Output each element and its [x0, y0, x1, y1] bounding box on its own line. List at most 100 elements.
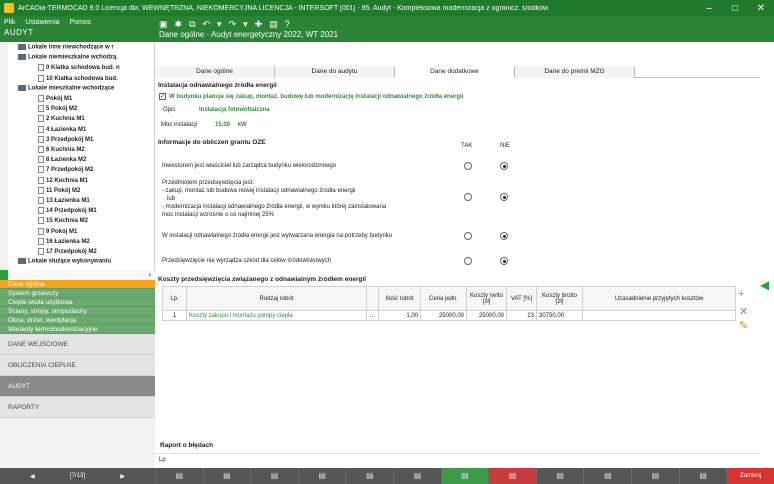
cell-uzasadnienie[interactable]: [582, 310, 736, 321]
footer-button-12[interactable]: ▤: [678, 468, 727, 484]
q2-tak-radio[interactable]: [464, 193, 472, 201]
tree-node[interactable]: 6 Kuchnia M2: [38, 146, 85, 153]
tree-node[interactable]: 3 Przedpokój M1: [38, 135, 93, 143]
tree-node[interactable]: 9 Pokój M1: [38, 227, 77, 235]
tree-node[interactable]: 5 Pokój M2: [38, 105, 77, 112]
tree-node[interactable]: 7 Przedpokój M2: [38, 166, 93, 173]
tree-node[interactable]: 15 Kuchnia M2: [38, 217, 88, 224]
nav-warianty[interactable]: Warianty termomodernizacyjne: [0, 325, 155, 334]
question-2-line3: lub: [167, 196, 176, 202]
footer-button-9[interactable]: ▤: [535, 468, 584, 484]
tab-dane-do-premii[interactable]: Dane do premii MZG: [515, 66, 635, 78]
menu-pomoc[interactable]: Pomoc: [70, 19, 92, 26]
nav-dane-ogolne[interactable]: Dane ogólne: [0, 280, 155, 289]
tree-node[interactable]: Lokale inne niewchodzące w r: [18, 44, 114, 51]
tree-node[interactable]: Pokój M1: [38, 95, 72, 102]
cell-brutto: 30750,00: [536, 310, 583, 321]
menu-plik[interactable]: Plik: [4, 19, 15, 26]
footer-button-3[interactable]: ▤: [250, 468, 298, 484]
tab-dane-do-audytu[interactable]: Dane do audytu: [275, 66, 395, 78]
q3-nie-radio[interactable]: [500, 232, 508, 240]
opis-value[interactable]: Instalacja fotowoltaiczna: [199, 107, 270, 113]
tree-node[interactable]: 10 Klatka schodowa bud.: [38, 74, 118, 82]
nav-dane-wejsciowe[interactable]: DANE WEJŚCIOWE: [0, 334, 155, 355]
tab-dane-dodatkowe[interactable]: Dane dodatkowe: [395, 66, 515, 78]
tree-node[interactable]: Lokale mieszkalne wchodzące: [18, 84, 114, 91]
tool-icon[interactable]: ✚: [255, 19, 263, 30]
tree-node[interactable]: Lokale służące wykonywaniu: [18, 258, 111, 265]
nav-okna[interactable]: Okna, drzwi, wentylacja: [0, 316, 155, 325]
copy-icon[interactable]: ⧉: [189, 19, 195, 30]
q3-tak-radio[interactable]: [464, 232, 472, 240]
q2-nie-radio[interactable]: [500, 193, 508, 201]
q1-tak-radio[interactable]: [464, 162, 472, 170]
tree-node[interactable]: 16 Łazienka M2: [38, 237, 90, 245]
footer-button-2[interactable]: ▤: [202, 468, 251, 484]
footer-button-red[interactable]: ▤: [488, 468, 536, 484]
tree-node[interactable]: 0 Klatka schodowa bud. n: [38, 64, 120, 71]
undo-icon[interactable]: ↶: [203, 19, 211, 30]
nav-sciany[interactable]: Ściany, stropy, stropodachy: [0, 307, 155, 316]
redo-icon[interactable]: ↷: [229, 19, 237, 30]
col-tak: TAK: [461, 143, 473, 149]
q1-nie-radio[interactable]: [500, 162, 508, 170]
table-row[interactable]: 1 Koszty zakupu i montażu pompy ciepła .…: [162, 310, 736, 321]
add-row-icon[interactable]: +: [738, 288, 744, 300]
cell-rodzaj[interactable]: Koszty zakupu i montażu pompy ciepła: [186, 310, 367, 321]
th-more: [366, 286, 379, 311]
maximize-button[interactable]: □: [722, 3, 748, 14]
tree-node[interactable]: 14 Przedpokój M1: [38, 207, 97, 214]
right-expand-icon[interactable]: ◀: [760, 278, 770, 292]
q4-nie-radio[interactable]: [500, 257, 508, 265]
tree-node-label: 13 Łazienka M1: [46, 198, 90, 205]
footer-button-6[interactable]: ▤: [393, 468, 441, 484]
prev-page-button[interactable]: ◀: [30, 473, 35, 480]
tree-node[interactable]: 12 Kuchnia M1: [38, 176, 88, 184]
collapse-arrow-icon[interactable]: ›: [8, 270, 155, 280]
help-icon[interactable]: ?: [285, 19, 290, 30]
oze-checkbox-label: W budynku planuje się zakup, montaż, bud…: [169, 94, 464, 100]
filter-icon[interactable]: ▾: [217, 19, 222, 30]
row-more-button[interactable]: ...: [366, 310, 379, 321]
menu-ustawienia[interactable]: Ustawienia: [25, 19, 59, 26]
close-window-button[interactable]: ✕: [748, 3, 774, 14]
layers-icon[interactable]: ▤: [269, 19, 278, 30]
close-button[interactable]: Zamknij: [726, 468, 774, 484]
room-icon: [38, 115, 44, 123]
tree-node[interactable]: 2 Kuchnia M1: [38, 115, 85, 122]
tree-node[interactable]: Lokale niemieszkalne wchodzą: [18, 54, 116, 61]
oze-checkbox[interactable]: ✓: [159, 93, 166, 100]
nav-obliczenia[interactable]: OBLICZENIA CIEPLNE: [0, 355, 155, 376]
minimize-button[interactable]: –: [696, 3, 722, 14]
next-page-button[interactable]: ▶: [120, 473, 125, 480]
tab-dane-ogolne[interactable]: Dane ogólne: [155, 66, 275, 78]
footer-button-10[interactable]: ▤: [583, 468, 631, 484]
building-tree[interactable]: Lokale inne niewchodzące w r Lokale niemi…: [8, 42, 155, 270]
moc-value[interactable]: 15,00: [215, 122, 230, 128]
footer-button-4[interactable]: ▤: [297, 468, 346, 484]
tree-node[interactable]: 4 Łazienka M1: [38, 125, 86, 133]
footer-button-5[interactable]: ▤: [345, 468, 393, 484]
tree-node[interactable]: 13 Łazienka M1: [38, 197, 90, 204]
col-nie: NIE: [500, 143, 511, 149]
nav-ciepla-woda[interactable]: Ciepła woda użytkowa: [0, 298, 155, 307]
clear-icon[interactable]: ✎: [739, 319, 748, 332]
room-icon: [38, 207, 44, 215]
filter2-icon[interactable]: ▾: [243, 19, 248, 30]
nav-audyt[interactable]: AUDYT: [0, 376, 155, 397]
q4-tak-radio[interactable]: [464, 257, 472, 265]
cell-cena[interactable]: 25000,00: [420, 310, 467, 321]
window-icon[interactable]: ▣: [159, 19, 168, 30]
nav-raporty[interactable]: RAPORTY: [0, 397, 155, 418]
delete-row-icon[interactable]: ✕: [739, 305, 748, 318]
footer-button-green[interactable]: ▤: [440, 468, 489, 484]
tree-node[interactable]: 11 Pokój M2: [38, 186, 80, 194]
footer-button-11[interactable]: ▤: [631, 468, 679, 484]
tree-node[interactable]: 8 Łazienka M2: [38, 156, 86, 163]
footer-button-1[interactable]: ▤: [155, 468, 203, 484]
settings-icon[interactable]: ✱: [175, 19, 183, 30]
tree-node[interactable]: 17 Przedpokój M2: [38, 248, 97, 255]
cell-vat[interactable]: 23: [506, 310, 537, 321]
nav-system-grzewczy[interactable]: System grzewczy: [0, 289, 155, 298]
cell-ilosc[interactable]: 1,00: [378, 310, 421, 321]
